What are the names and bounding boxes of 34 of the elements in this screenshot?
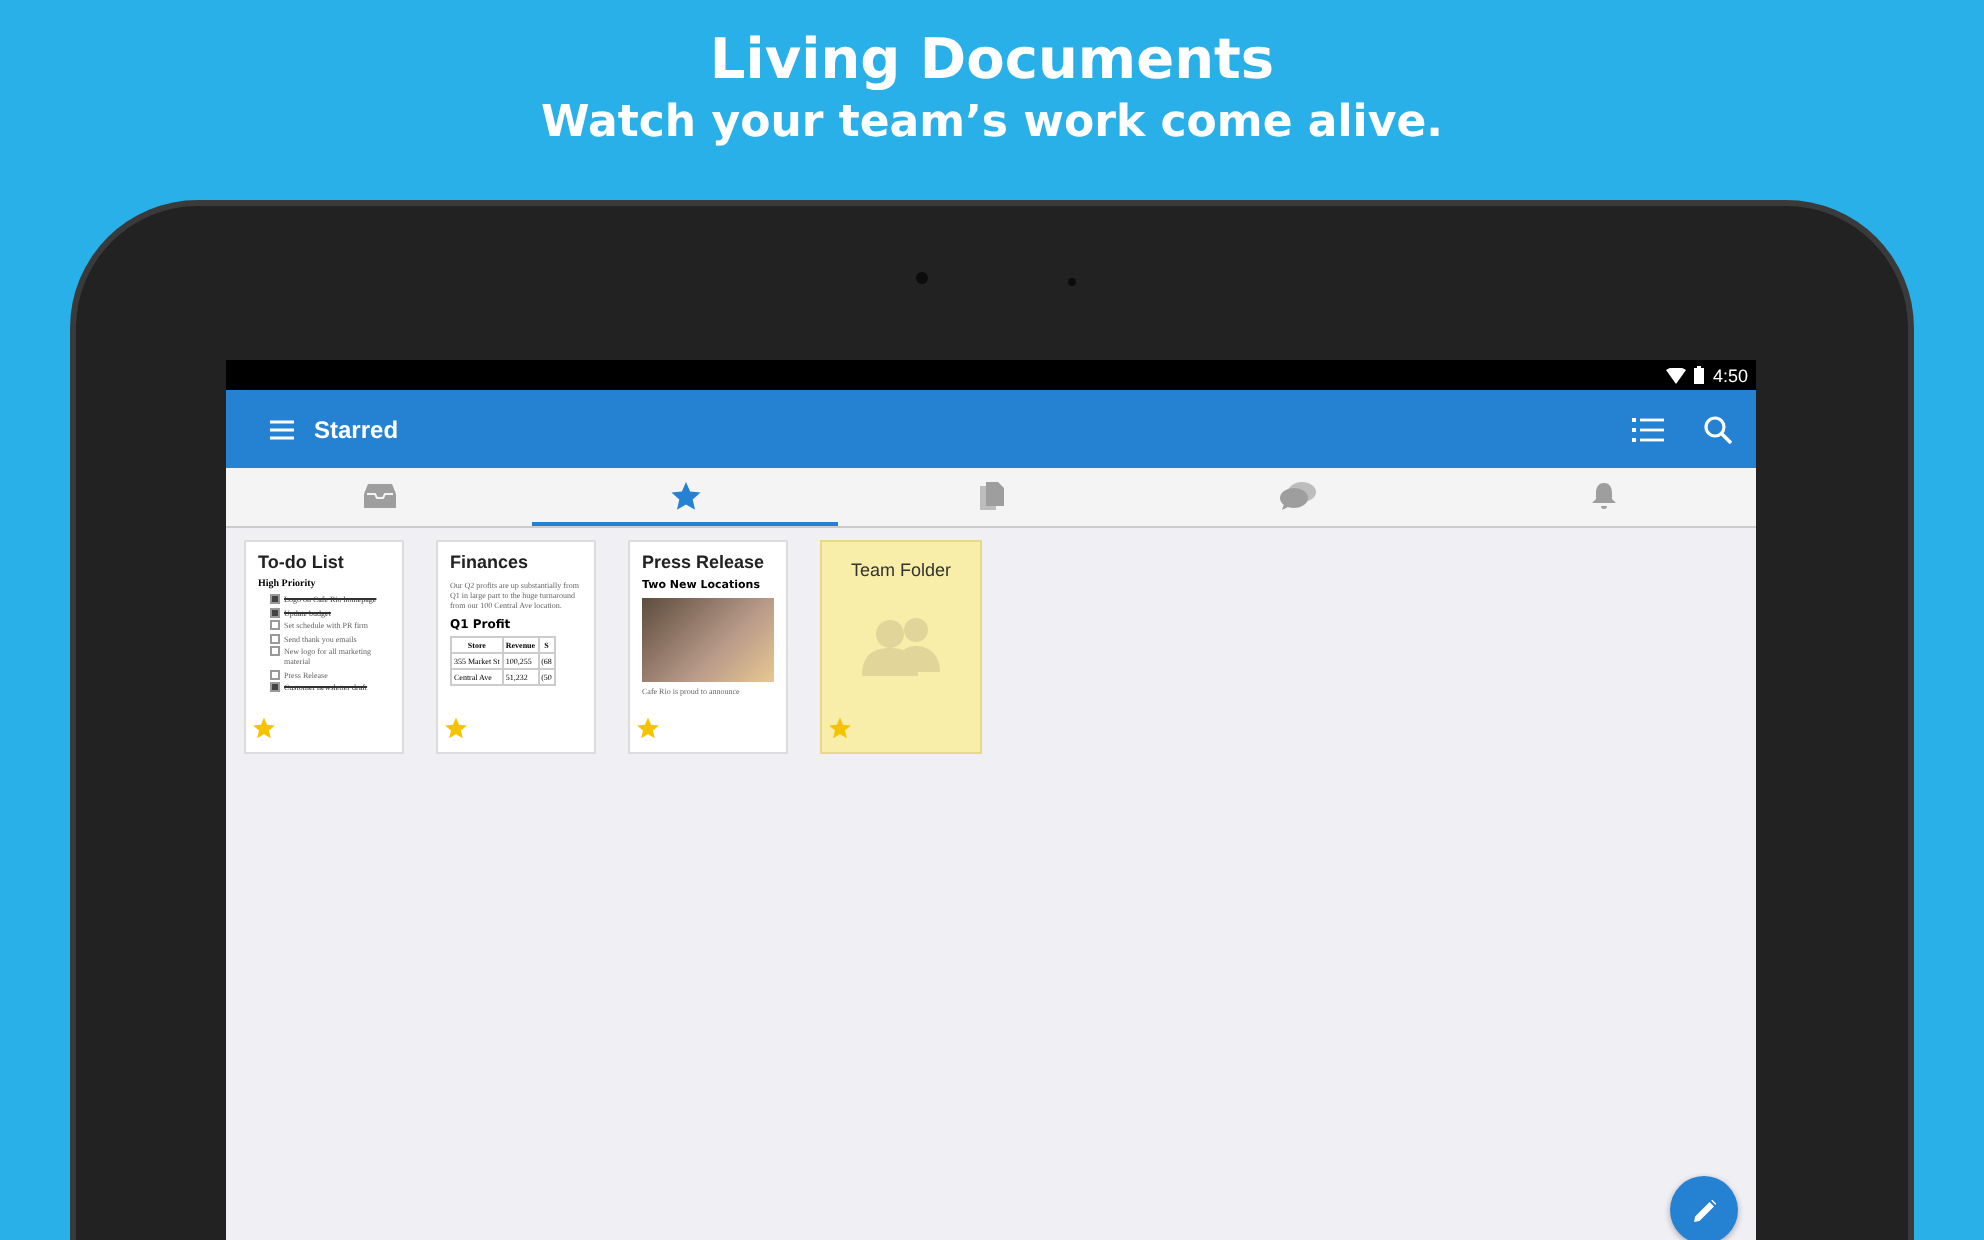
list-view-icon[interactable] <box>1632 417 1664 441</box>
card-title: To-do List <box>258 552 346 574</box>
photo-placeholder <box>642 598 774 682</box>
checkbox[interactable] <box>270 669 280 679</box>
inbox-icon <box>363 483 395 507</box>
edit-button[interactable] <box>1670 1176 1738 1240</box>
star-icon <box>669 479 701 511</box>
chat-icon <box>1279 481 1315 509</box>
wifi-icon <box>1666 367 1687 383</box>
folder-title: Team Folder <box>850 560 952 580</box>
checkbox[interactable] <box>270 682 280 692</box>
card-title: Press Release <box>642 552 767 574</box>
status-time: 4:50 <box>1712 365 1748 385</box>
banner-title: Living Documents <box>709 24 1275 96</box>
checkbox[interactable] <box>270 607 280 617</box>
bell-icon <box>1591 481 1615 509</box>
star-icon[interactable] <box>636 716 660 740</box>
checkbox[interactable] <box>270 594 280 604</box>
checkbox[interactable] <box>270 633 280 643</box>
documents-icon <box>979 481 1003 509</box>
folder-card[interactable]: Team Folder <box>822 542 980 752</box>
search-icon[interactable] <box>1704 415 1732 443</box>
battery-icon <box>1694 366 1705 384</box>
star-icon[interactable] <box>444 716 468 740</box>
app-bar-title: Starred <box>314 415 399 443</box>
star-icon[interactable] <box>252 716 276 740</box>
star-icon[interactable] <box>828 716 852 740</box>
pencil-icon <box>1693 1199 1715 1221</box>
checkbox[interactable] <box>270 646 280 656</box>
banner-subtitle: Watch your team’s work come alive. <box>541 96 1443 152</box>
people-icon <box>861 612 941 676</box>
checkbox[interactable] <box>270 620 280 630</box>
card-title: Finances <box>450 552 531 574</box>
menu-icon[interactable] <box>270 419 294 439</box>
